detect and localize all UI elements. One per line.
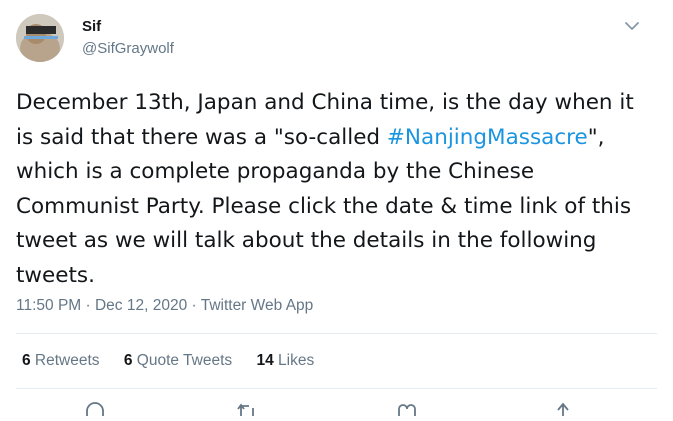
quote-tweets-stat[interactable]: 6 Quote Tweets: [124, 352, 232, 369]
tweet-date-link[interactable]: Dec 12, 2020: [95, 297, 187, 314]
tweet-source-link[interactable]: Twitter Web App: [201, 297, 314, 314]
divider: [16, 388, 657, 389]
author-name[interactable]: Sif: [82, 18, 101, 35]
engagement-stats: 6 Retweets 6 Quote Tweets 14 Likes: [22, 352, 334, 370]
action-bar: [0, 398, 673, 416]
quote-tweets-label: Quote Tweets: [132, 352, 233, 369]
divider: [16, 333, 657, 334]
retweets-label: Retweets: [30, 352, 100, 369]
retweets-count: 6: [22, 352, 31, 369]
tweet-text: December 13th, Japan and China time, is …: [16, 86, 651, 293]
retweets-stat[interactable]: 6 Retweets: [22, 352, 100, 369]
likes-label: Likes: [273, 352, 315, 369]
tweet-card: Sif @SifGraywolf December 13th, Japan an…: [0, 0, 673, 416]
hashtag-link[interactable]: #NanjingMassacre: [387, 125, 588, 150]
meta-separator: ·: [187, 297, 201, 314]
tweet-time-link[interactable]: 11:50 PM: [16, 297, 81, 314]
chevron-down-icon[interactable]: [622, 16, 642, 36]
avatar[interactable]: [16, 14, 64, 62]
meta-separator: ·: [81, 297, 95, 314]
avatar-image: [16, 14, 64, 62]
tweet-metadata: 11:50 PM · Dec 12, 2020 · Twitter Web Ap…: [16, 297, 313, 315]
likes-count: 14: [256, 352, 274, 369]
likes-stat[interactable]: 14 Likes: [256, 352, 314, 369]
author-handle[interactable]: @SifGraywolf: [82, 40, 174, 57]
